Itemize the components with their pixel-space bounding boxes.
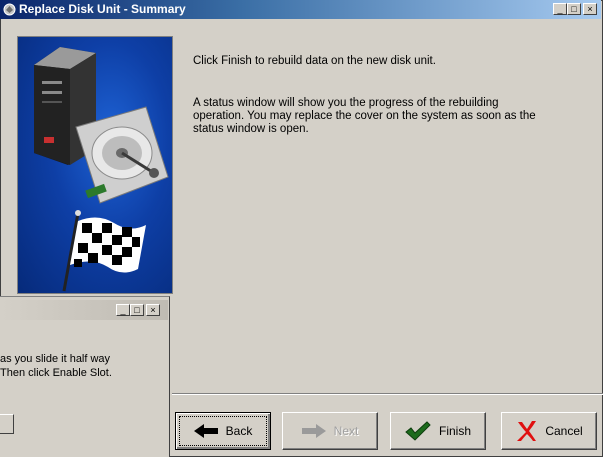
- close-button[interactable]: ×: [583, 3, 597, 15]
- finish-button[interactable]: Finish: [390, 412, 486, 450]
- maximize-button[interactable]: □: [567, 3, 581, 15]
- background-text-line-1: as you slide it half way: [0, 353, 111, 365]
- background-maximize-button[interactable]: □: [130, 304, 144, 316]
- background-close-button[interactable]: ×: [146, 304, 160, 316]
- window-title: Replace Disk Unit - Summary: [19, 2, 186, 16]
- finish-label: Finish: [438, 424, 471, 438]
- back-button[interactable]: Back: [175, 412, 271, 450]
- next-label: Next: [333, 424, 359, 438]
- next-button[interactable]: Next: [282, 412, 378, 450]
- back-label: Back: [225, 424, 253, 438]
- cancel-button[interactable]: Cancel: [501, 412, 597, 450]
- arrow-left-icon: [193, 424, 218, 438]
- title-bar[interactable]: Replace Disk Unit - Summary _ □ ×: [0, 0, 601, 19]
- background-minimize-button[interactable]: _: [116, 304, 130, 316]
- minimize-button[interactable]: _: [553, 3, 567, 15]
- instruction-text: Click Finish to rebuild data on the new …: [193, 55, 436, 67]
- background-window-title-bar[interactable]: _ □ ×: [0, 300, 168, 320]
- arrow-right-icon: [301, 424, 326, 438]
- button-bar-separator: [172, 393, 603, 395]
- status-info-line-2: operation. You may replace the cover on …: [193, 110, 536, 122]
- status-info-line-1: A status window will show you the progre…: [193, 97, 499, 109]
- cancel-label: Cancel: [545, 424, 583, 438]
- wizard-illustration: [17, 36, 173, 294]
- status-info-line-3: status window is open.: [193, 123, 309, 135]
- checkmark-icon: [405, 421, 431, 441]
- background-text-line-2: Then click Enable Slot.: [0, 367, 112, 379]
- app-icon: [3, 3, 16, 16]
- illustration-art: [34, 47, 169, 292]
- background-window-button[interactable]: [0, 414, 14, 434]
- checkered-flag-icon: [62, 210, 146, 292]
- red-x-icon: [517, 421, 537, 441]
